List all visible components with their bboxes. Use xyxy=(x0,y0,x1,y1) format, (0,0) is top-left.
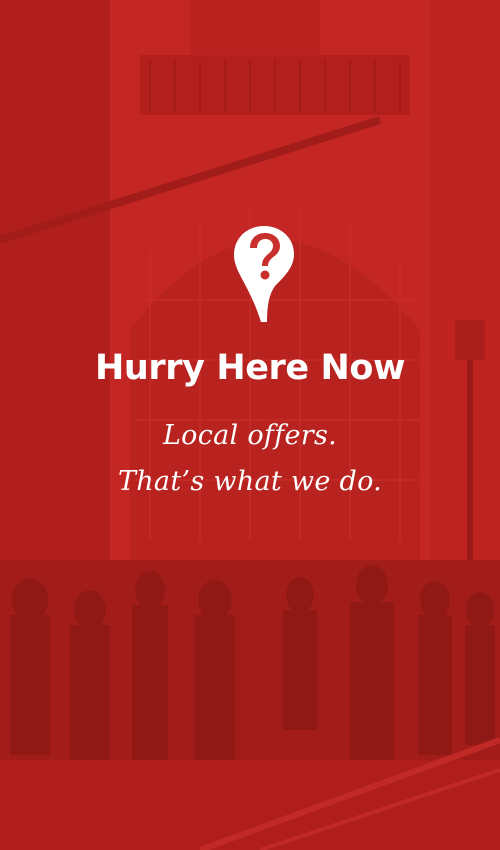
tagline-line-1: Local offers. xyxy=(162,420,338,451)
map-pin-question-icon xyxy=(234,226,294,322)
splash-screen: Hurry Here Now Local offers. That’s what… xyxy=(0,0,500,850)
splash-content: Hurry Here Now Local offers. That’s what… xyxy=(0,0,500,850)
tagline-line-2: That’s what we do. xyxy=(117,466,383,497)
app-title: Hurry Here Now xyxy=(94,348,405,388)
